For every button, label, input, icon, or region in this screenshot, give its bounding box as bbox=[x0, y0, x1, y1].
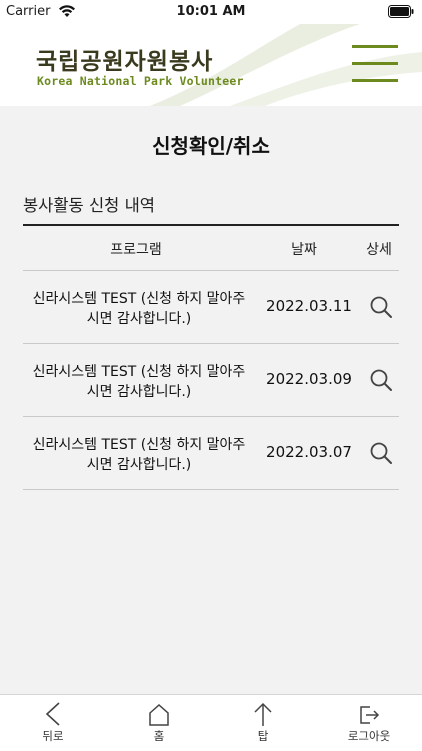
status-bar: Carrier 10:01 AM bbox=[0, 0, 422, 24]
home-label: 홈 bbox=[153, 729, 165, 743]
home-button[interactable]: 홈 bbox=[124, 701, 194, 744]
program-name-line1: 신라시스템 TEST (신청 하지 말아주 bbox=[32, 291, 246, 307]
logout-icon bbox=[360, 706, 380, 724]
logout-button[interactable]: 로그아웃 bbox=[334, 701, 404, 744]
top-button[interactable]: 탑 bbox=[228, 701, 298, 744]
application-date: 2022.03.07 bbox=[266, 443, 352, 461]
back-button[interactable]: 뒤로 bbox=[18, 701, 88, 744]
chevron-left-icon bbox=[45, 702, 60, 726]
application-date: 2022.03.11 bbox=[266, 297, 352, 315]
application-table: 프로그램 날짜 상세 신라시스템 TEST (신청 하지 말아주 시면 감사합니… bbox=[23, 224, 399, 490]
search-icon[interactable] bbox=[369, 441, 393, 465]
program-name: 신라시스템 TEST (신청 하지 말아주 시면 감사합니다.) bbox=[23, 435, 255, 475]
logo-korean: 국립공원자원봉사 bbox=[36, 49, 214, 75]
program-name-line1: 신라시스템 TEST (신청 하지 말아주 bbox=[32, 364, 246, 380]
page-title: 신청확인/취소 bbox=[152, 134, 270, 158]
home-icon bbox=[149, 703, 169, 726]
battery-icon bbox=[388, 5, 414, 18]
program-name: 신라시스템 TEST (신청 하지 말아주 시면 감사합니다.) bbox=[23, 362, 255, 402]
top-label: 탑 bbox=[257, 729, 269, 743]
hamburger-menu-icon[interactable] bbox=[352, 45, 398, 85]
status-time: 10:01 AM bbox=[176, 4, 246, 19]
bottom-nav: 뒤로 홈 탑 로그아웃 bbox=[0, 694, 422, 751]
app-header: 국립공원자원봉사 Korea National Park Volunteer bbox=[0, 24, 422, 106]
table-row: 신라시스템 TEST (신청 하지 말아주 시면 감사합니다.) 2022.03… bbox=[23, 271, 399, 344]
program-name-line2: 시면 감사합니다.) bbox=[86, 384, 192, 400]
program-name-line2: 시면 감사합니다.) bbox=[86, 311, 192, 327]
program-name-line1: 신라시스템 TEST (신청 하지 말아주 bbox=[32, 437, 246, 453]
arrow-up-icon bbox=[254, 702, 272, 726]
header-date: 날짜 bbox=[291, 242, 317, 258]
table-row: 신라시스템 TEST (신청 하지 말아주 시면 감사합니다.) 2022.03… bbox=[23, 417, 399, 490]
logo-english: Korea National Park Volunteer bbox=[37, 74, 244, 88]
logout-label: 로그아웃 bbox=[347, 729, 391, 743]
section-title: 봉사활동 신청 내역 bbox=[23, 196, 155, 215]
search-icon[interactable] bbox=[369, 368, 393, 392]
application-date: 2022.03.09 bbox=[266, 370, 352, 388]
header-detail: 상세 bbox=[366, 242, 392, 258]
table-header: 프로그램 날짜 상세 bbox=[23, 224, 399, 271]
back-label: 뒤로 bbox=[42, 729, 64, 743]
search-icon[interactable] bbox=[369, 295, 393, 319]
program-name-line2: 시면 감사합니다.) bbox=[86, 457, 192, 473]
header-program: 프로그램 bbox=[110, 242, 162, 258]
table-row: 신라시스템 TEST (신청 하지 말아주 시면 감사합니다.) 2022.03… bbox=[23, 344, 399, 417]
program-name: 신라시스템 TEST (신청 하지 말아주 시면 감사합니다.) bbox=[23, 289, 255, 329]
